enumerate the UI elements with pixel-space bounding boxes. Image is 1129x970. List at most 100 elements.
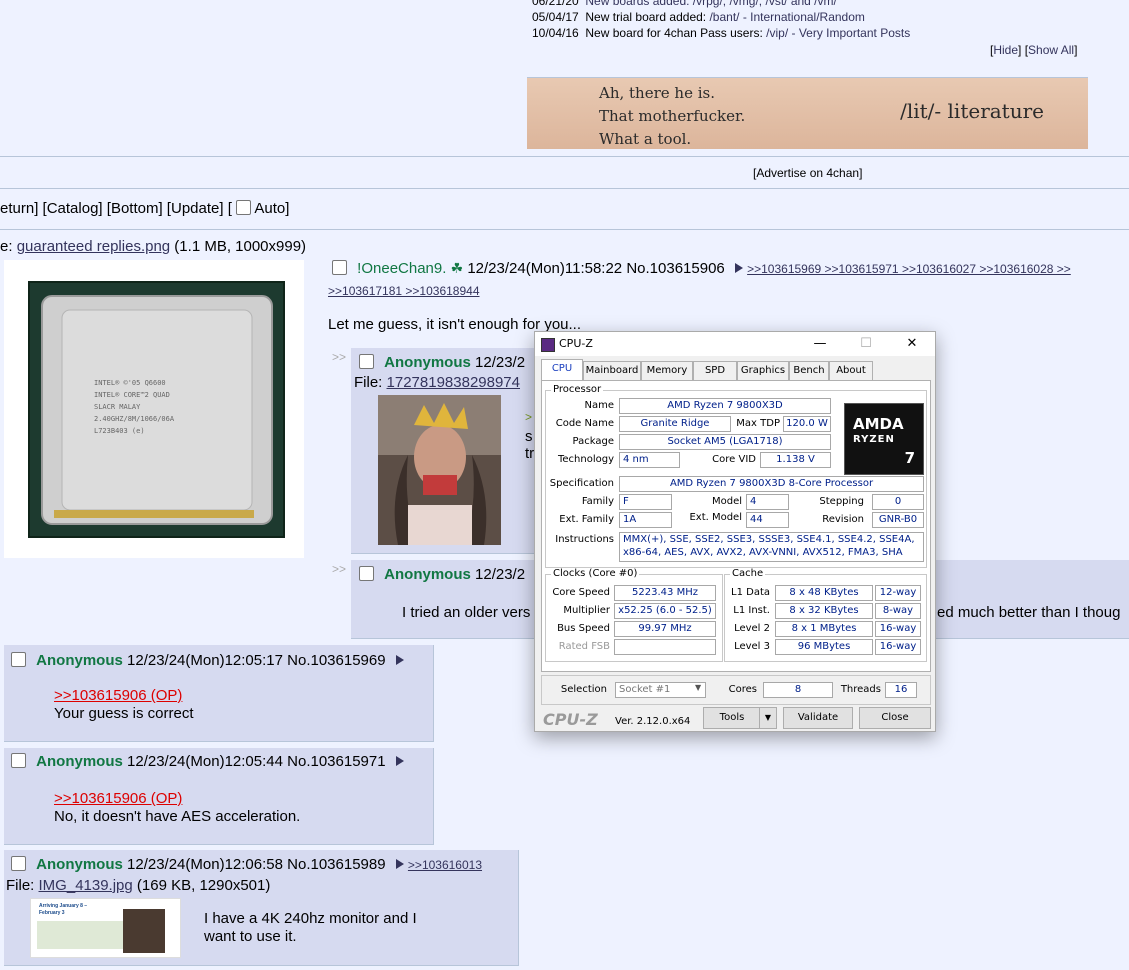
- cpuz-titlebar[interactable]: CPU-Z — ☐ ✕: [535, 332, 935, 356]
- reply-post: Anonymous 12/23/2 File: 1727819838298974…: [351, 348, 542, 554]
- technology-value: 4 nm: [619, 452, 680, 468]
- revision-value: GNR-B0: [872, 512, 924, 528]
- svg-text:SLACR MALAY: SLACR MALAY: [94, 403, 141, 411]
- validate-button[interactable]: Validate: [783, 707, 853, 729]
- reply-comment: want to use it.: [204, 928, 297, 945]
- reply-post-number[interactable]: No.103615989: [287, 856, 385, 873]
- l1i-way: 8-way: [875, 603, 921, 619]
- model-value: 4: [746, 494, 789, 510]
- reply-post-number[interactable]: No.103615969: [287, 652, 385, 669]
- cpuz-brand: CPU-Z: [543, 710, 598, 729]
- instructions-value: MMX(+), SSE, SSE2, SSE3, SSSE3, SSE4.1, …: [619, 532, 924, 562]
- reply-comment: tr: [525, 445, 535, 462]
- hide-news-link[interactable]: Hide: [993, 43, 1018, 57]
- op-quote-link[interactable]: >>103615906 (OP): [54, 687, 182, 704]
- divider: [0, 229, 1129, 230]
- op-quote-link[interactable]: >>103615906 (OP): [54, 790, 182, 807]
- close-button[interactable]: Close: [859, 707, 931, 729]
- technology-label: Technology: [557, 454, 614, 465]
- corevid-label: Core VID: [712, 454, 756, 465]
- op-file-link[interactable]: guaranteed replies.png: [17, 238, 170, 255]
- multiplier-label: Multiplier: [563, 605, 610, 616]
- op-select-checkbox[interactable]: [332, 260, 347, 275]
- l2-label: Level 2: [734, 623, 770, 634]
- close-icon[interactable]: ✕: [897, 334, 927, 354]
- l3-value: 96 MBytes: [775, 639, 873, 655]
- tools-dropdown-icon[interactable]: ▼: [759, 707, 777, 729]
- reply-thumbnail[interactable]: Arriving January 8 – February 3: [30, 898, 181, 958]
- svg-text:L723B403 (e): L723B403 (e): [94, 427, 145, 435]
- post-menu-icon[interactable]: [734, 263, 743, 273]
- maximize-icon[interactable]: ☐: [851, 334, 881, 354]
- reply-post: Anonymous 12/23/24(Mon)12:06:58 No.10361…: [4, 850, 519, 966]
- update-link[interactable]: Update: [171, 200, 219, 217]
- socket-select[interactable]: Socket #1: [615, 682, 706, 698]
- minimize-icon[interactable]: —: [805, 334, 835, 354]
- reply-date: 12/23/24(Mon)12:06:58: [127, 856, 283, 873]
- cpuz-window[interactable]: CPU-Z — ☐ ✕ CPU Mainboard Memory SPD Gra…: [534, 331, 936, 732]
- reply-select-checkbox[interactable]: [11, 856, 26, 871]
- show-all-news-link[interactable]: Show All: [1028, 43, 1074, 57]
- banner-quote: Ah, there he is. That motherfucker. What…: [599, 84, 746, 148]
- op-post-number[interactable]: No.103615906: [626, 260, 724, 277]
- reply-select-checkbox[interactable]: [359, 566, 374, 581]
- tab-graphics[interactable]: Graphics: [737, 361, 789, 380]
- banner-board: /lit/- literature: [900, 99, 1044, 123]
- tab-cpu[interactable]: CPU: [541, 359, 583, 381]
- post-menu-icon[interactable]: [395, 756, 404, 766]
- chevron-down-icon[interactable]: ▼: [695, 683, 701, 692]
- reply-post: Anonymous 12/23/24(Mon)12:05:17 No.10361…: [4, 645, 434, 742]
- tab-spd[interactable]: SPD: [693, 361, 737, 380]
- op-date: 12/23/24(Mon)11:58:22: [467, 260, 623, 277]
- news-link-vip[interactable]: /vip/ - Very Important Posts: [766, 26, 910, 40]
- reply-select-checkbox[interactable]: [11, 753, 26, 768]
- tab-memory[interactable]: Memory: [641, 361, 693, 380]
- auto-update-checkbox[interactable]: [236, 200, 252, 215]
- extfamily-value: 1A: [619, 512, 672, 528]
- reply-post-number[interactable]: No.103615971: [287, 753, 385, 770]
- l1i-value: 8 x 32 KBytes: [775, 603, 873, 619]
- reply-select-checkbox[interactable]: [11, 652, 26, 667]
- corespeed-label: Core Speed: [552, 587, 610, 598]
- tab-bench[interactable]: Bench: [789, 361, 829, 380]
- post-menu-icon[interactable]: [395, 655, 404, 665]
- op-image[interactable]: INTEL® ©'05 Q6600 INTEL® CORE™2 QUAD SLA…: [4, 260, 304, 558]
- svg-text:INTEL® ©'05 Q6600: INTEL® ©'05 Q6600: [94, 379, 166, 387]
- l2-way: 16-way: [875, 621, 921, 637]
- reply-select-checkbox[interactable]: [359, 354, 374, 369]
- return-link[interactable]: eturn: [0, 200, 34, 217]
- reply-file-link[interactable]: 1727819838298974: [387, 374, 520, 391]
- corespeed-value: 5223.43 MHz: [614, 585, 716, 601]
- tab-mainboard[interactable]: Mainboard: [583, 361, 641, 380]
- advertise-link[interactable]: [Advertise on 4chan]: [753, 166, 862, 180]
- busspeed-value: 99.97 MHz: [614, 621, 716, 637]
- cache-group: Cache L1 Data 8 x 48 KBytes 12-way L1 In…: [724, 568, 927, 662]
- busspeed-label: Bus Speed: [557, 623, 610, 634]
- spec-value: AMD Ryzen 7 9800X3D 8-Core Processor: [619, 476, 924, 492]
- reply-side-arrows: >>: [332, 562, 347, 576]
- l2-value: 8 x 1 MBytes: [775, 621, 873, 637]
- op-backlinks[interactable]: >>103615969 >>103615971 >>103616027 >>10…: [747, 262, 1071, 276]
- divider: [0, 156, 1129, 157]
- post-menu-icon[interactable]: [395, 859, 404, 869]
- cpuz-version: Ver. 2.12.0.x64: [615, 716, 691, 727]
- model-label: Model: [711, 496, 742, 507]
- op-backlinks[interactable]: >>103617181 >>103618944: [328, 284, 480, 298]
- reply-backlink[interactable]: >>103616013: [408, 858, 482, 872]
- l1d-label: L1 Data: [731, 587, 770, 598]
- reply-file-link[interactable]: IMG_4139.jpg: [39, 877, 133, 894]
- clocks-group: Clocks (Core #0) Core Speed 5223.43 MHz …: [545, 568, 723, 662]
- news-link-bant[interactable]: /bant/ - International/Random: [709, 10, 864, 24]
- cpuz-cpu-panel: Processor Name AMD Ryzen 7 9800X3D Code …: [541, 380, 931, 672]
- tools-button[interactable]: Tools: [703, 707, 761, 729]
- reply-thumbnail[interactable]: [378, 395, 501, 545]
- reply-file-info: File: 1727819838298974: [354, 374, 520, 391]
- reply-comment: No, it doesn't have AES acceleration.: [54, 808, 301, 825]
- clover-icon: ☘: [450, 260, 464, 276]
- catalog-link[interactable]: Catalog: [47, 200, 99, 217]
- board-banner[interactable]: Ah, there he is. That motherfucker. What…: [527, 77, 1088, 149]
- bottom-link[interactable]: Bottom: [111, 200, 159, 217]
- tab-about[interactable]: About: [829, 361, 873, 380]
- news-controls: [Hide] [Show All]: [990, 43, 1078, 57]
- cores-label: Cores: [728, 684, 757, 695]
